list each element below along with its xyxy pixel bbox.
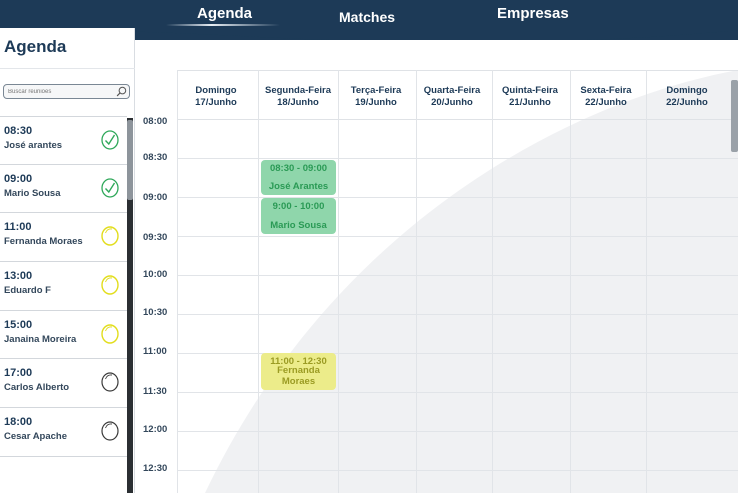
search-box[interactable] xyxy=(3,84,130,99)
sidebar-scrollbar[interactable] xyxy=(127,118,133,493)
row-line xyxy=(177,197,738,198)
nav-tab-matches[interactable]: Matches xyxy=(339,9,395,25)
meeting-name: Eduardo F xyxy=(4,285,51,297)
time-label: 09:00 xyxy=(143,192,168,203)
time-label: 08:00 xyxy=(143,116,168,127)
event-time: 9:00 - 10:00 xyxy=(272,201,325,212)
meeting-item[interactable]: 15:00 Janaina Moreira xyxy=(0,311,127,360)
app-root: Agenda Matches Empresas Agenda 08:30 Jos… xyxy=(0,0,738,493)
column-line xyxy=(570,70,571,493)
sidebar-divider xyxy=(0,68,135,69)
event-name: Fernanda Moraes xyxy=(277,365,320,387)
meeting-time: 13:00 xyxy=(4,270,33,283)
calendar-scrollbar-thumb[interactable] xyxy=(731,80,738,152)
day-header: Terça-Feira 19/Junho xyxy=(350,85,402,108)
day-header: Segunda-Feira 18/Junho xyxy=(265,85,331,108)
column-line xyxy=(492,70,493,493)
column-line xyxy=(338,70,339,493)
meetings-list: 08:30 José arantes 09:00 Mario Sousa 11:… xyxy=(0,116,127,457)
calendar-event[interactable]: 11:00 - 12:30 Fernanda Moraes xyxy=(261,353,336,390)
meeting-time: 08:30 xyxy=(4,125,33,137)
meeting-item[interactable]: 17:00 Carlos Alberto xyxy=(0,359,127,409)
meeting-time: 17:00 xyxy=(4,367,33,380)
calendar-event[interactable]: 08:30 - 09:00 José Arantes xyxy=(261,160,336,195)
row-line xyxy=(177,275,738,276)
sidebar-scrollbar-thumb[interactable] xyxy=(127,120,133,200)
day-header: Sexta-Feira 22/Junho xyxy=(580,85,632,108)
meeting-name: Fernanda Moraes xyxy=(4,236,83,248)
meeting-name: Janaina Moreira xyxy=(4,333,77,345)
check-circle-icon[interactable] xyxy=(100,177,120,199)
meeting-time: 09:00 xyxy=(4,172,33,185)
day-header: Quinta-Feira 21/Junho xyxy=(502,85,558,108)
meeting-time: 11:00 xyxy=(4,221,32,234)
time-label: 11:00 xyxy=(143,346,167,357)
time-label: 08:30 xyxy=(143,152,168,163)
column-line xyxy=(258,70,259,493)
meeting-time: 15:00 xyxy=(4,318,33,331)
time-label: 12:30 xyxy=(143,463,168,474)
meeting-time: 18:00 xyxy=(4,416,33,429)
meeting-item[interactable]: 11:00 Fernanda Moraes xyxy=(0,213,127,263)
time-label: 11:30 xyxy=(143,386,167,397)
row-line xyxy=(177,431,738,432)
row-line xyxy=(177,158,738,159)
meeting-item[interactable]: 18:00 Cesar Apache xyxy=(0,408,127,457)
row-line xyxy=(177,392,738,393)
column-line xyxy=(416,70,417,493)
meeting-item[interactable]: 08:30 José arantes xyxy=(0,116,127,165)
column-line xyxy=(177,70,178,493)
check-circle-icon[interactable] xyxy=(100,129,120,151)
time-label: 12:00 xyxy=(143,424,168,435)
meeting-name: Mario Sousa xyxy=(4,187,61,199)
meeting-name: Cesar Apache xyxy=(4,431,68,443)
day-header: Quarta-Feira 20/Junho xyxy=(423,85,481,108)
meeting-item[interactable]: 13:00 Eduardo F xyxy=(0,262,127,311)
search-icon[interactable] xyxy=(116,86,127,97)
row-line xyxy=(177,314,738,315)
row-line xyxy=(177,236,738,237)
meeting-item[interactable]: 09:00 Mario Sousa xyxy=(0,165,127,214)
circle-icon[interactable] xyxy=(100,225,120,247)
calendar-event[interactable]: 9:00 - 10:00 Mario Sousa xyxy=(261,198,336,234)
nav-tab-agenda[interactable]: Agenda xyxy=(197,5,252,22)
nav-tab-empresas[interactable]: Empresas xyxy=(497,5,569,22)
meeting-name: José arantes xyxy=(4,140,63,151)
day-header: Domingo 17/Junho xyxy=(195,85,237,108)
sidebar-title: Agenda xyxy=(4,37,67,56)
day-headers-row: Domingo 17/Junho Segunda-Feira 18/Junho Te… xyxy=(177,70,738,120)
circle-icon[interactable] xyxy=(100,323,120,345)
event-name: José Arantes xyxy=(268,181,329,192)
search-input[interactable] xyxy=(8,85,113,98)
time-grid[interactable]: 08:30 - 09:00 José Arantes 9:00 - 10:00 … xyxy=(177,70,738,493)
time-label: 09:30 xyxy=(143,232,168,243)
agenda-sidebar: Agenda 08:30 José arantes 09:00 Mario So… xyxy=(0,28,135,493)
row-line xyxy=(177,470,738,471)
week-calendar: Domingo 17/Junho Segunda-Feira 18/Junho Te… xyxy=(135,40,738,493)
day-header: Domingo 22/Junho xyxy=(666,85,708,108)
circle-icon[interactable] xyxy=(100,274,120,296)
circle-icon[interactable] xyxy=(100,420,120,442)
event-time: 08:30 - 09:00 xyxy=(269,163,328,174)
event-name: Mario Sousa xyxy=(270,220,327,231)
meeting-name: Carlos Alberto xyxy=(4,382,70,394)
column-line xyxy=(646,70,647,493)
time-label: 10:30 xyxy=(143,307,168,318)
time-label: 10:00 xyxy=(143,269,168,280)
circle-icon[interactable] xyxy=(100,371,120,393)
